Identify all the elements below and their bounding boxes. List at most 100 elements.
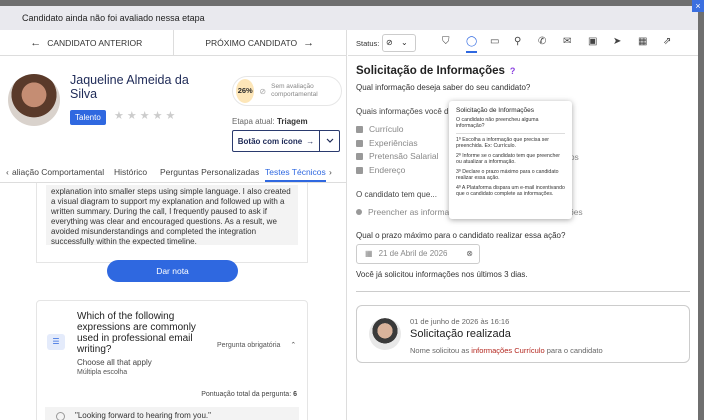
tooltip-step: 3º Declare o prazo máximo para o candida… [456,169,559,181]
history-card: 01 de junho de 2026 às 16:16 Solicitação… [356,305,690,363]
current-stage: Etapa atual: Triagem [232,117,308,126]
checkbox-item[interactable]: Pretensão Salarial [356,150,438,164]
calendar-icon[interactable]: ▦ [638,36,647,47]
mail-icon[interactable]: ✉ [563,36,571,47]
status-select[interactable]: ⊘ ⌄ [382,34,416,52]
info-checklist: Currículo Experiências Pretensão Salaria… [356,123,438,177]
banner-text: Candidato ainda não foi avaliado nessa e… [22,13,205,23]
history-date: 01 de junho de 2026 às 16:16 [410,317,510,326]
calendar-icon: ▦ [365,249,373,258]
clear-icon[interactable]: ⊗ [466,245,473,263]
history-title: Solicitação realizada [410,328,511,340]
arrow-right-icon: → [303,36,315,49]
question-type: Múltipla escolha [77,369,128,376]
tooltip-step: 4º A Plataforma dispara um e-mail incent… [456,185,565,197]
checkbox-label: Currículo [369,124,404,134]
tab-technical-tests[interactable]: Testes Técnicos [265,167,326,182]
arrow-left-icon: ← [30,36,42,49]
whatsapp-icon[interactable]: ✆ [538,36,546,47]
request-question-3: O candidato tem que... [356,190,437,199]
question-card: ☰ Which of the following expressions are… [36,300,308,420]
chevron-right-icon[interactable]: › [329,167,332,177]
date-value: 21 de Abril de 2026 [378,249,448,258]
tooltip-title: Solicitação de Informações [456,107,535,114]
question-subtitle: Choose all that apply [77,358,152,367]
evaluation-text: Sem avaliação comportamental [271,83,318,98]
candidate-nav: ← CANDIDATO ANTERIOR PRÓXIMO CANDIDATO → [0,30,346,56]
icon-action-button[interactable]: Botão com ícone → [233,131,319,151]
request-right-pane: Status: ⊘ ⌄ ⛉ ◯ ▭ ⚲ ✆ ✉ ▣ ➤ ▦ ⇗ Solicita… [348,30,698,420]
required-label: Pergunta obrigatória ⌃ [217,341,296,349]
score-label: Pontuação total da pergunta: [201,391,292,398]
score-percent: 26% [236,79,255,103]
next-candidate-label: PRÓXIMO CANDIDATO [205,37,298,48]
arrow-right-icon: → [306,136,315,146]
candidate-left-pane: ← CANDIDATO ANTERIOR PRÓXIMO CANDIDATO →… [0,30,347,420]
answer-option[interactable]: "Looking forward to hearing from you." [45,407,299,420]
checkbox-label: Experiências [369,137,418,148]
help-icon[interactable]: ? [510,66,516,76]
evaluation-badge: 26% ⊘ Sem avaliação comportamental [232,76,342,106]
tab-behavioral[interactable]: aliação Comportamental [12,167,104,177]
request-question-2: Quais informações você d [356,107,449,116]
divider [456,133,565,134]
avatar [369,318,401,350]
checkbox-label: Endereço [369,164,406,175]
tooltip-step: 1º Escolha a informação que precisa ser … [456,137,550,149]
candidate-name: Jaqueline Almeida da Silva [70,73,189,101]
help-tooltip: Solicitação de Informações O candidato n… [449,101,572,219]
external-link-icon[interactable]: ⇗ [663,36,671,47]
tooltip-intro: O candidato não preencheu alguma informa… [456,117,539,129]
candidate-tabs: ‹ aliação Comportamental Histórico Pergu… [0,163,346,183]
checkbox-item[interactable]: Currículo [356,123,438,137]
evaluation-banner: Candidato ainda não foi avaliado nessa e… [0,6,698,30]
action-button-label: Botão com ícone [237,136,303,146]
list-check-icon: ☰ [47,334,65,350]
previous-candidate-label: CANDIDATO ANTERIOR [47,37,143,48]
candidate-tag: Talento [70,110,106,125]
tab-custom-questions[interactable]: Perguntas Personalizadas [160,167,259,177]
radio-option[interactable]: Preencher as informaç [356,207,454,217]
add-user-icon[interactable]: ⚲ [514,36,521,47]
tab-history[interactable]: Histórico [114,167,147,177]
tooltip-step: 2º Informe se o candidato tem que preenc… [456,153,560,165]
answer-text: explanation into smaller steps using sim… [46,185,298,245]
rating-stars[interactable]: ★★★★★ [114,109,178,122]
chevron-down-icon[interactable] [319,131,339,151]
divider [356,291,690,292]
deadline-date-input[interactable]: ▦ 21 de Abril de 2026 ⊗ [356,244,480,264]
no-eval-icon: ⊘ [259,86,267,96]
chevron-down-icon: ⌄ [400,38,408,47]
send-icon[interactable]: ➤ [613,36,621,47]
checkbox-item[interactable]: Endereço [356,164,438,178]
history-desc-pre: Nome solicitou as [410,346,470,355]
request-info: Você já solicitou informações nos último… [356,270,528,279]
previous-candidate-button[interactable]: ← CANDIDATO ANTERIOR [0,30,173,55]
history-description: Nome solicitou as informações Currículo … [410,346,603,355]
request-title-text: Solicitação de Informações [356,65,505,77]
next-candidate-button[interactable]: PRÓXIMO CANDIDATO → [172,30,347,55]
grade-button[interactable]: Dar nota [107,260,238,282]
candidate-panel: ← CANDIDATO ANTERIOR PRÓXIMO CANDIDATO →… [0,30,698,420]
request-title: Solicitação de Informações? [356,65,515,77]
history-desc-post: para o candidato [546,346,603,355]
close-icon[interactable]: × [692,0,704,12]
required-text: Pergunta obrigatória [217,342,281,349]
chevron-left-icon[interactable]: ‹ [6,167,9,177]
eye-off-icon: ⊘ [386,38,393,47]
video-icon[interactable]: ▣ [588,36,597,47]
status-label: Status: [356,39,380,48]
chat-icon[interactable]: ◯ [466,36,478,53]
request-question-4: Qual o prazo máximo para o candidato rea… [356,231,566,240]
status-toolbar: Status: ⊘ ⌄ ⛉ ◯ ▭ ⚲ ✆ ✉ ▣ ➤ ▦ ⇗ [348,30,698,56]
badge-icon[interactable]: ⛉ [442,36,450,47]
stage-value: Triagem [276,117,308,126]
chevron-up-icon[interactable]: ⌃ [290,342,296,349]
checkbox-item[interactable]: Experiências [356,137,438,151]
request-question-1: Qual informação deseja saber do seu cand… [356,83,531,92]
checkbox-label: Pretensão Salarial [369,151,439,161]
history-desc-highlight: informações Currículo [471,346,545,355]
question-title: Which of the following expressions are c… [77,311,196,355]
action-button-group: Botão com ícone → [232,130,340,152]
clipboard-icon[interactable]: ▭ [490,36,499,47]
